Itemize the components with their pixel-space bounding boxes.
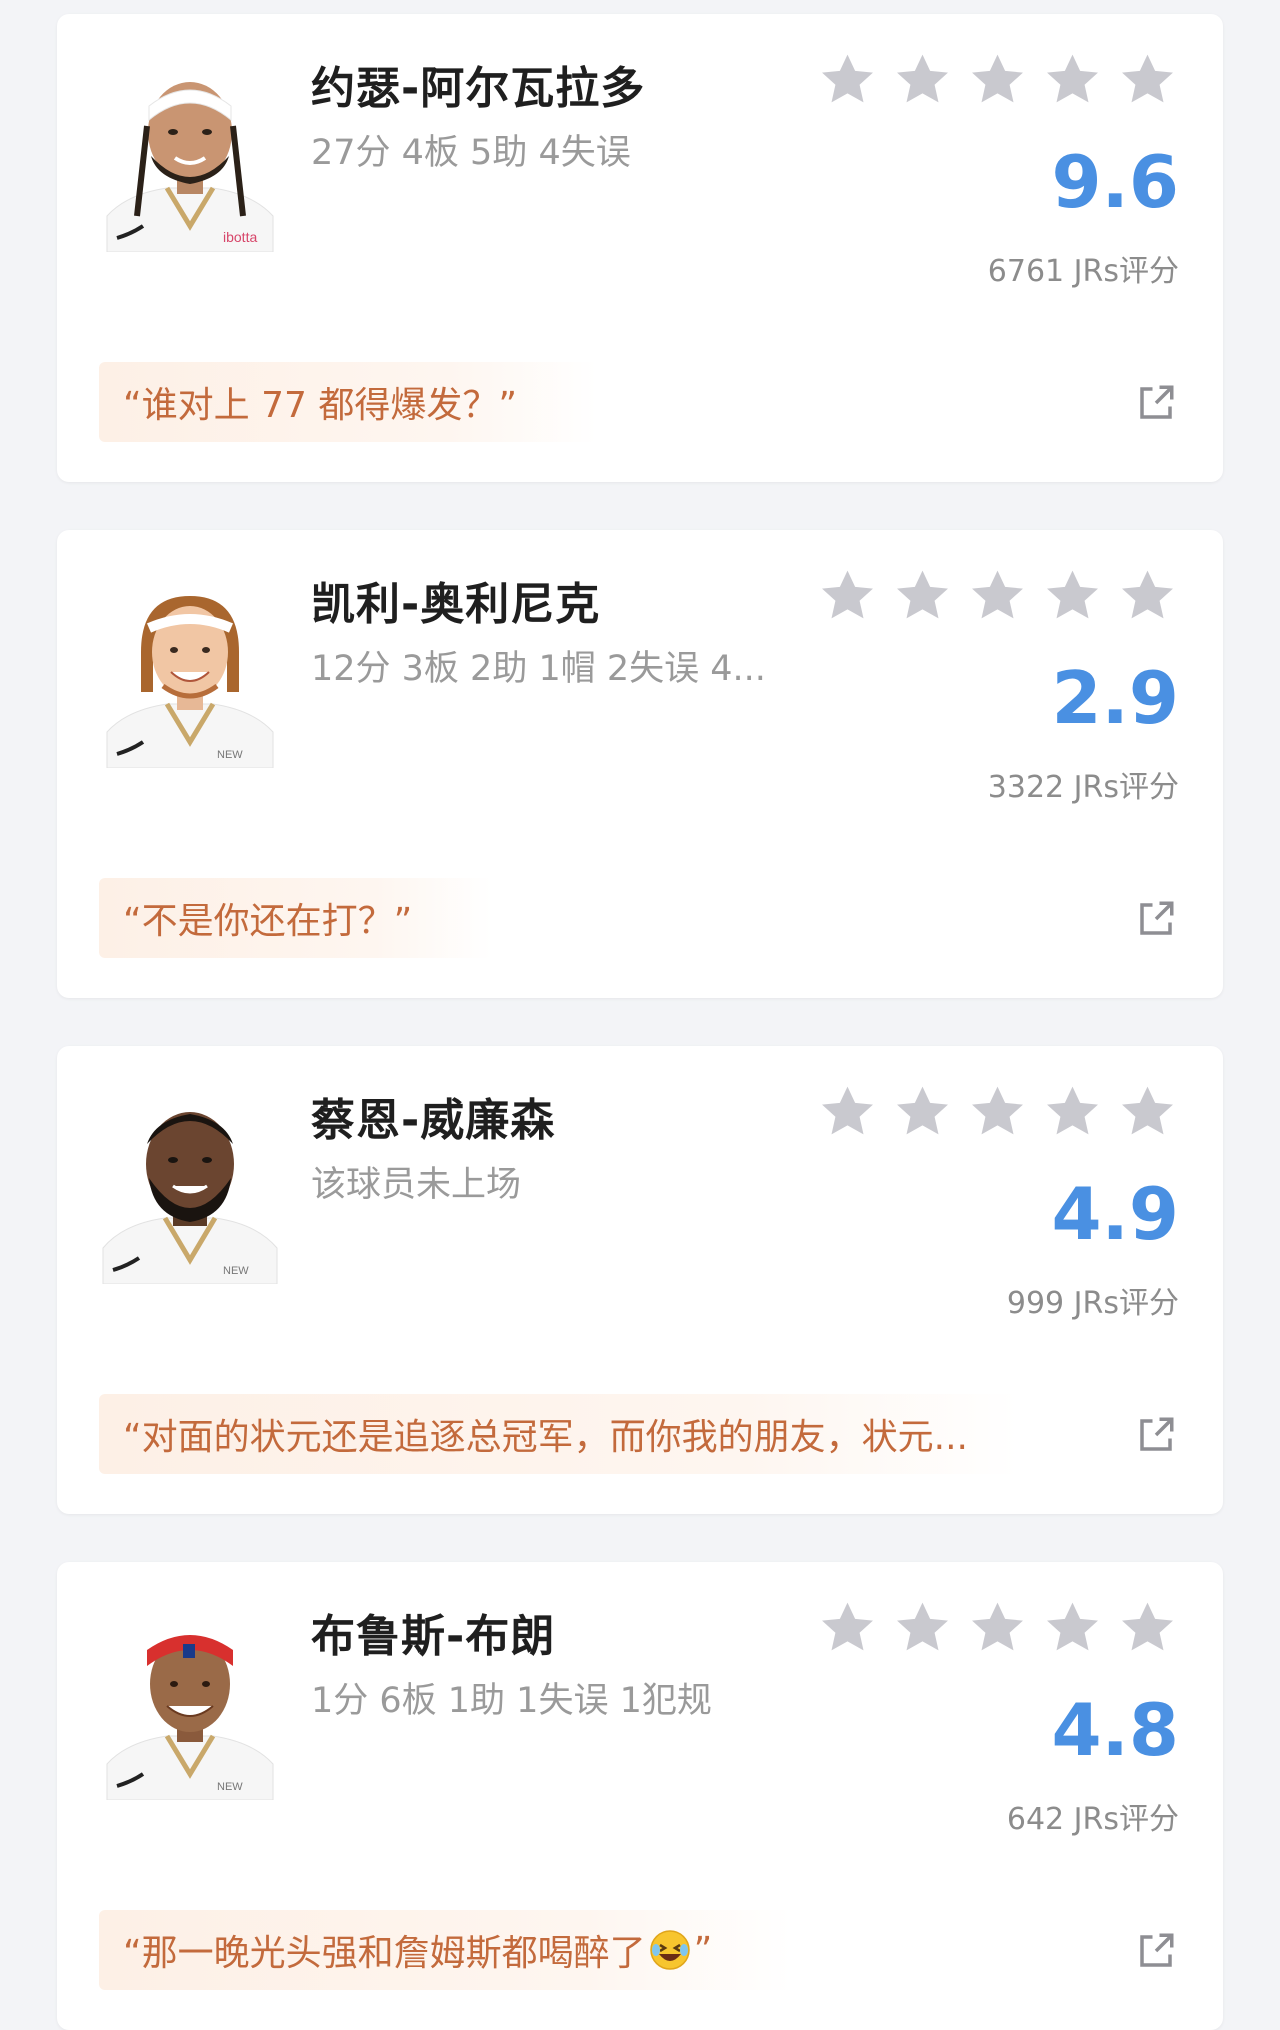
share-external-icon[interactable] bbox=[1135, 1930, 1177, 1972]
player-stats: 12分 3板 2助 1帽 2失误 4... bbox=[311, 649, 766, 689]
star-icon[interactable] bbox=[891, 1080, 954, 1143]
player-avatar: NEW bbox=[97, 1098, 283, 1284]
player-name: 约瑟-阿尔瓦拉多 bbox=[311, 63, 646, 114]
player-avatar: ibotta bbox=[97, 66, 283, 252]
player-avatar: NEW bbox=[97, 1614, 283, 1800]
rating-stars[interactable] bbox=[816, 1596, 1179, 1659]
hot-comment[interactable]: “谁对上 77 都得爆发？” bbox=[99, 362, 597, 442]
vote-count: 642 JRs评分 bbox=[1006, 1802, 1179, 1837]
player-card[interactable]: NEW 布鲁斯-布朗 1分 6板 1助 1失误 1犯规 4.8 642 JRs评… bbox=[57, 1562, 1223, 2030]
star-icon[interactable] bbox=[1041, 1080, 1104, 1143]
share-external-icon[interactable] bbox=[1135, 1414, 1177, 1456]
star-icon[interactable] bbox=[816, 1596, 879, 1659]
svg-text:NEW: NEW bbox=[217, 749, 243, 761]
average-score: 9.6 bbox=[1051, 140, 1179, 224]
star-icon[interactable] bbox=[966, 1596, 1029, 1659]
player-name: 蔡恩-威廉森 bbox=[311, 1095, 556, 1146]
share-external-icon[interactable] bbox=[1135, 898, 1177, 940]
star-icon[interactable] bbox=[816, 48, 879, 111]
vote-count: 3322 JRs评分 bbox=[987, 770, 1179, 805]
rating-stars[interactable] bbox=[816, 48, 1179, 111]
player-avatar: NEW bbox=[97, 582, 283, 768]
star-icon[interactable] bbox=[1116, 1080, 1179, 1143]
star-icon[interactable] bbox=[816, 564, 879, 627]
star-icon[interactable] bbox=[891, 1596, 954, 1659]
star-icon[interactable] bbox=[891, 48, 954, 111]
player-name: 凯利-奥利尼克 bbox=[311, 579, 601, 630]
laughing-crying-emoji-icon bbox=[648, 1928, 692, 1972]
player-card[interactable]: NEW 凯利-奥利尼克 12分 3板 2助 1帽 2失误 4... 2.9 33… bbox=[57, 530, 1223, 998]
star-icon[interactable] bbox=[966, 564, 1029, 627]
player-rating-feed: ibotta 约瑟-阿尔瓦拉多 27分 4板 5助 4失误 9.6 6761 J… bbox=[0, 0, 1280, 2030]
vote-count: 6761 JRs评分 bbox=[987, 254, 1179, 289]
hot-comment[interactable]: “不是你还在打？” bbox=[99, 878, 493, 958]
hot-comment[interactable]: “对面的状元还是追逐总冠军，而你我的朋友，状元... bbox=[99, 1394, 1019, 1474]
share-external-icon[interactable] bbox=[1135, 382, 1177, 424]
star-icon[interactable] bbox=[1041, 48, 1104, 111]
average-score: 4.9 bbox=[1051, 1172, 1179, 1256]
average-score: 4.8 bbox=[1051, 1688, 1179, 1772]
hot-comment-closing-quote: ” bbox=[693, 1929, 713, 1971]
vote-count: 999 JRs评分 bbox=[1006, 1286, 1179, 1321]
player-card[interactable]: NEW 蔡恩-威廉森 该球员未上场 4.9 999 JRs评分 “对面的状元还是… bbox=[57, 1046, 1223, 1514]
rating-stars[interactable] bbox=[816, 564, 1179, 627]
star-icon[interactable] bbox=[1041, 564, 1104, 627]
player-stats: 1分 6板 1助 1失误 1犯规 bbox=[311, 1681, 712, 1721]
player-card[interactable]: ibotta 约瑟-阿尔瓦拉多 27分 4板 5助 4失误 9.6 6761 J… bbox=[57, 14, 1223, 482]
player-stats: 该球员未上场 bbox=[311, 1165, 522, 1205]
rating-stars[interactable] bbox=[816, 1080, 1179, 1143]
hot-comment-text: “那一晚光头强和詹姆斯都喝醉了 bbox=[123, 1933, 646, 1974]
player-name: 布鲁斯-布朗 bbox=[311, 1611, 556, 1662]
hot-comment[interactable]: “那一晚光头强和詹姆斯都喝醉了 ” bbox=[99, 1910, 793, 1990]
star-icon[interactable] bbox=[966, 1080, 1029, 1143]
star-icon[interactable] bbox=[1116, 1596, 1179, 1659]
star-icon[interactable] bbox=[1116, 564, 1179, 627]
svg-text:NEW: NEW bbox=[217, 1781, 243, 1793]
star-icon[interactable] bbox=[966, 48, 1029, 111]
star-icon[interactable] bbox=[1041, 1596, 1104, 1659]
svg-text:ibotta: ibotta bbox=[223, 229, 257, 245]
star-icon[interactable] bbox=[1116, 48, 1179, 111]
svg-text:NEW: NEW bbox=[223, 1265, 249, 1277]
average-score: 2.9 bbox=[1051, 656, 1179, 740]
star-icon[interactable] bbox=[891, 564, 954, 627]
star-icon[interactable] bbox=[816, 1080, 879, 1143]
player-stats: 27分 4板 5助 4失误 bbox=[311, 133, 631, 173]
